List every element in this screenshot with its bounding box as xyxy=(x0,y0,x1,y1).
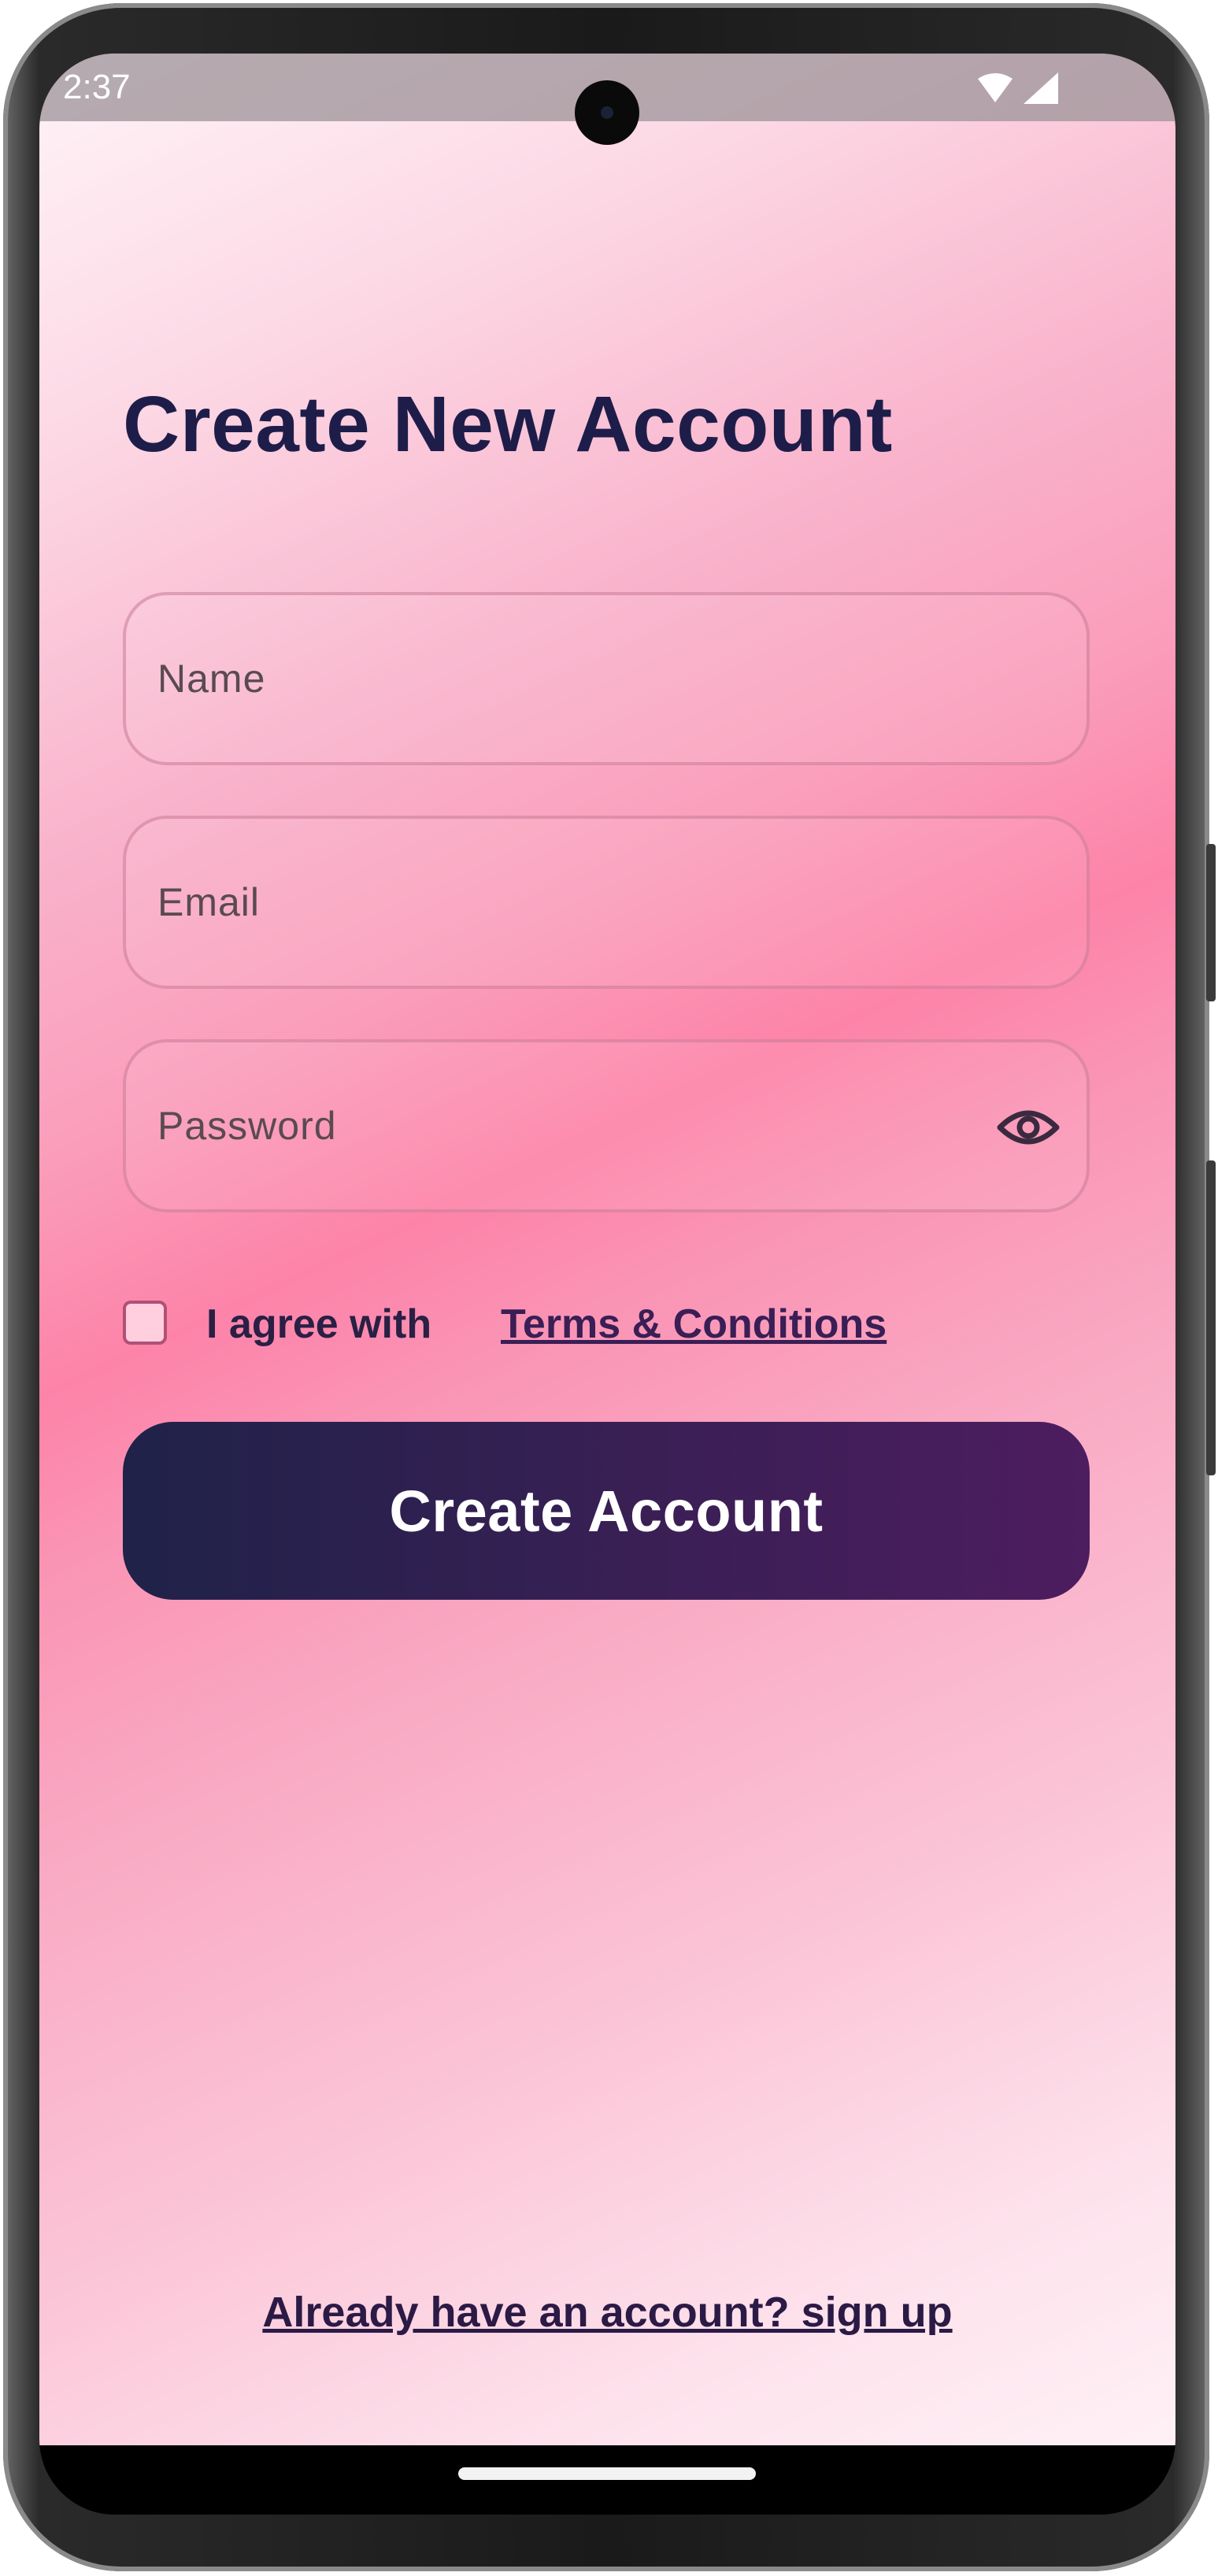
wifi-icon xyxy=(978,73,1013,102)
sign-in-link[interactable]: Already have an account? sign up xyxy=(39,2288,1175,2337)
page-title: Create New Account xyxy=(123,380,893,468)
agree-checkbox[interactable] xyxy=(123,1301,167,1345)
home-indicator[interactable] xyxy=(458,2467,756,2480)
phone-frame: 2:37 Create New Account Name Email I agr… xyxy=(3,3,1216,2571)
power-button xyxy=(1206,1160,1216,1475)
email-input[interactable] xyxy=(156,819,943,986)
volume-button xyxy=(1206,844,1216,1001)
create-account-screen: 2:37 Create New Account Name Email I agr… xyxy=(39,54,1175,2445)
create-account-button[interactable]: Create Account xyxy=(123,1422,1090,1600)
status-time: 2:37 xyxy=(63,68,131,106)
front-camera xyxy=(575,80,639,145)
navigation-bar xyxy=(39,2445,1175,2515)
email-field[interactable] xyxy=(123,816,1090,989)
name-field[interactable] xyxy=(123,592,1090,765)
password-input[interactable] xyxy=(156,1042,943,1209)
password-field[interactable] xyxy=(123,1039,1090,1212)
eye-icon[interactable] xyxy=(997,1102,1060,1153)
signal-icon xyxy=(1024,72,1058,104)
name-input[interactable] xyxy=(156,595,943,762)
terms-row: I agree with Terms & Conditions xyxy=(123,1293,1090,1356)
status-icons xyxy=(978,72,1058,104)
phone-screen: 2:37 Create New Account Name Email I agr… xyxy=(39,54,1175,2515)
terms-link[interactable]: Terms & Conditions xyxy=(501,1301,887,1348)
agree-label: I agree with xyxy=(206,1301,432,1347)
